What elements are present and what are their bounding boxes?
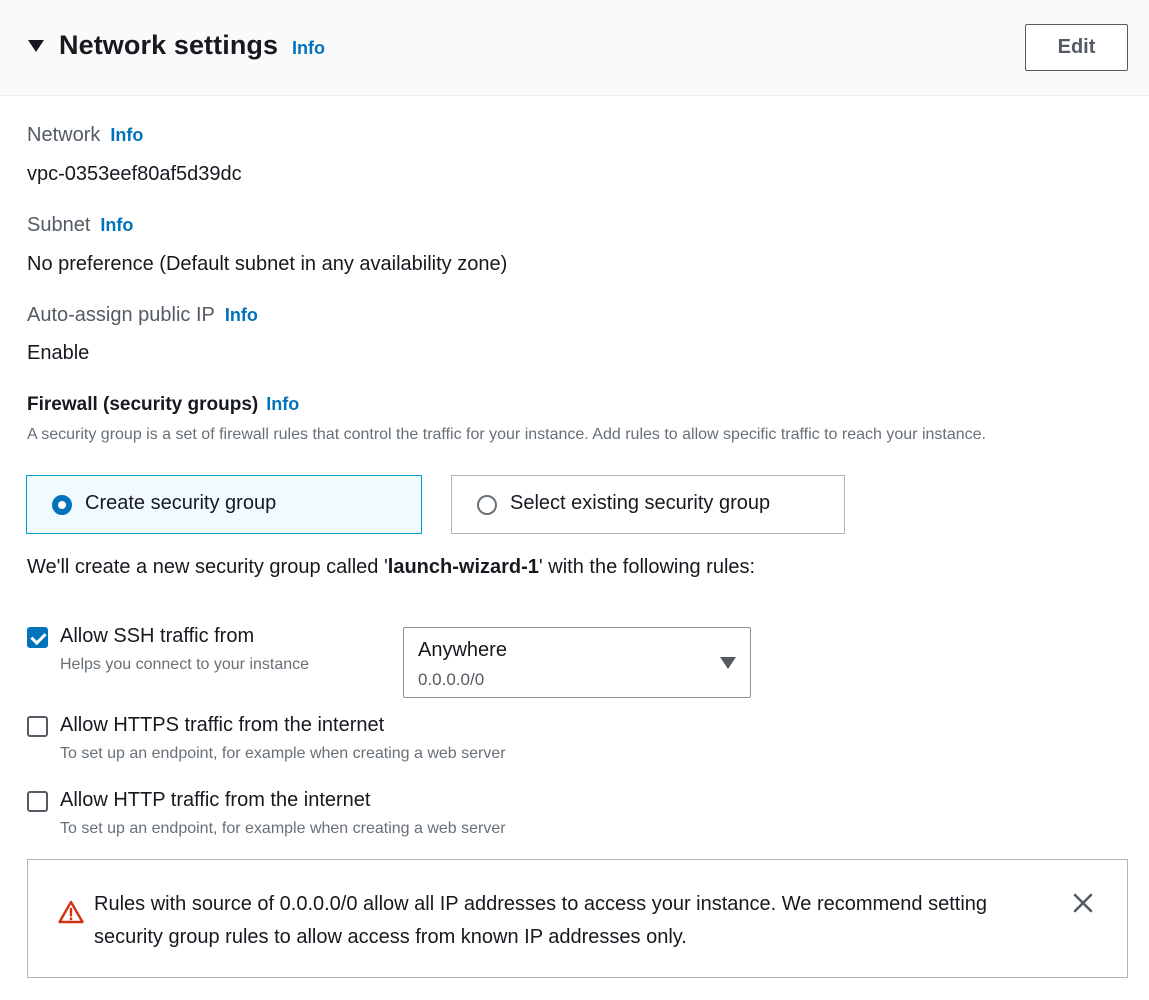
- firewall-title: Firewall (security groups) Info: [27, 394, 299, 416]
- ssh-checkbox[interactable]: [27, 627, 48, 648]
- network-info-link[interactable]: Info: [110, 125, 143, 145]
- create-security-group-radio[interactable]: [52, 495, 72, 515]
- network-label: Network Info: [27, 124, 143, 147]
- network-label-text: Network: [27, 124, 101, 146]
- create-text-prefix: We'll create a new security group called…: [27, 556, 388, 578]
- page-title: Network settings: [59, 30, 279, 60]
- public-ip-label-text: Auto-assign public IP: [27, 304, 215, 326]
- network-value: vpc-0353eef80af5d39dc: [27, 163, 242, 185]
- select-existing-security-group-label: Select existing security group: [510, 492, 771, 514]
- ssh-source-value: Anywhere: [418, 639, 507, 661]
- open-access-warning-alert: Rules with source of 0.0.0.0/0 allow all…: [27, 859, 1128, 978]
- select-existing-security-group-radio[interactable]: [477, 495, 497, 515]
- firewall-title-text: Firewall (security groups): [27, 394, 259, 415]
- subnet-info-link[interactable]: Info: [100, 215, 133, 235]
- ssh-source-cidr: 0.0.0.0/0: [418, 670, 485, 689]
- ssh-source-select[interactable]: Anywhere 0.0.0.0/0: [403, 627, 751, 698]
- http-label: Allow HTTP traffic from the internet: [60, 789, 371, 811]
- ssh-label: Allow SSH traffic from: [60, 625, 255, 647]
- edit-button[interactable]: Edit: [1025, 24, 1128, 71]
- firewall-description: A security group is a set of firewall ru…: [27, 426, 986, 443]
- subnet-label: Subnet Info: [27, 214, 133, 237]
- ssh-help-text: Helps you connect to your instance: [60, 656, 310, 673]
- https-checkbox[interactable]: [27, 716, 48, 737]
- create-security-group-option[interactable]: Create security group: [26, 475, 422, 534]
- https-label: Allow HTTPS traffic from the internet: [60, 714, 385, 736]
- subnet-value: No preference (Default subnet in any ava…: [27, 253, 508, 275]
- panel-header: Network settings Info Edit: [0, 0, 1149, 96]
- warning-message: Rules with source of 0.0.0.0/0 allow all…: [94, 893, 988, 948]
- https-help-text: To set up an endpoint, for example when …: [60, 745, 506, 762]
- firewall-info-link[interactable]: Info: [266, 394, 299, 414]
- create-security-group-label: Create security group: [85, 492, 277, 514]
- caret-down-icon: [720, 657, 736, 669]
- collapse-caret-icon[interactable]: [28, 40, 44, 52]
- network-settings-panel: Network settings Info Edit Network Info v…: [0, 0, 1149, 1000]
- create-text-suffix: ' with the following rules:: [538, 556, 756, 578]
- select-existing-security-group-option[interactable]: Select existing security group: [451, 475, 845, 534]
- http-checkbox[interactable]: [27, 791, 48, 812]
- public-ip-label: Auto-assign public IP Info: [27, 304, 258, 327]
- close-icon[interactable]: [1071, 891, 1095, 915]
- security-group-name: launch-wizard-1: [387, 556, 539, 578]
- subnet-label-text: Subnet: [27, 214, 91, 236]
- header-info-link[interactable]: Info: [292, 38, 325, 59]
- warning-icon: [58, 900, 84, 924]
- security-group-create-text: We'll create a new security group called…: [27, 556, 755, 579]
- public-ip-info-link[interactable]: Info: [225, 305, 258, 325]
- http-help-text: To set up an endpoint, for example when …: [60, 820, 506, 837]
- public-ip-value: Enable: [27, 342, 90, 364]
